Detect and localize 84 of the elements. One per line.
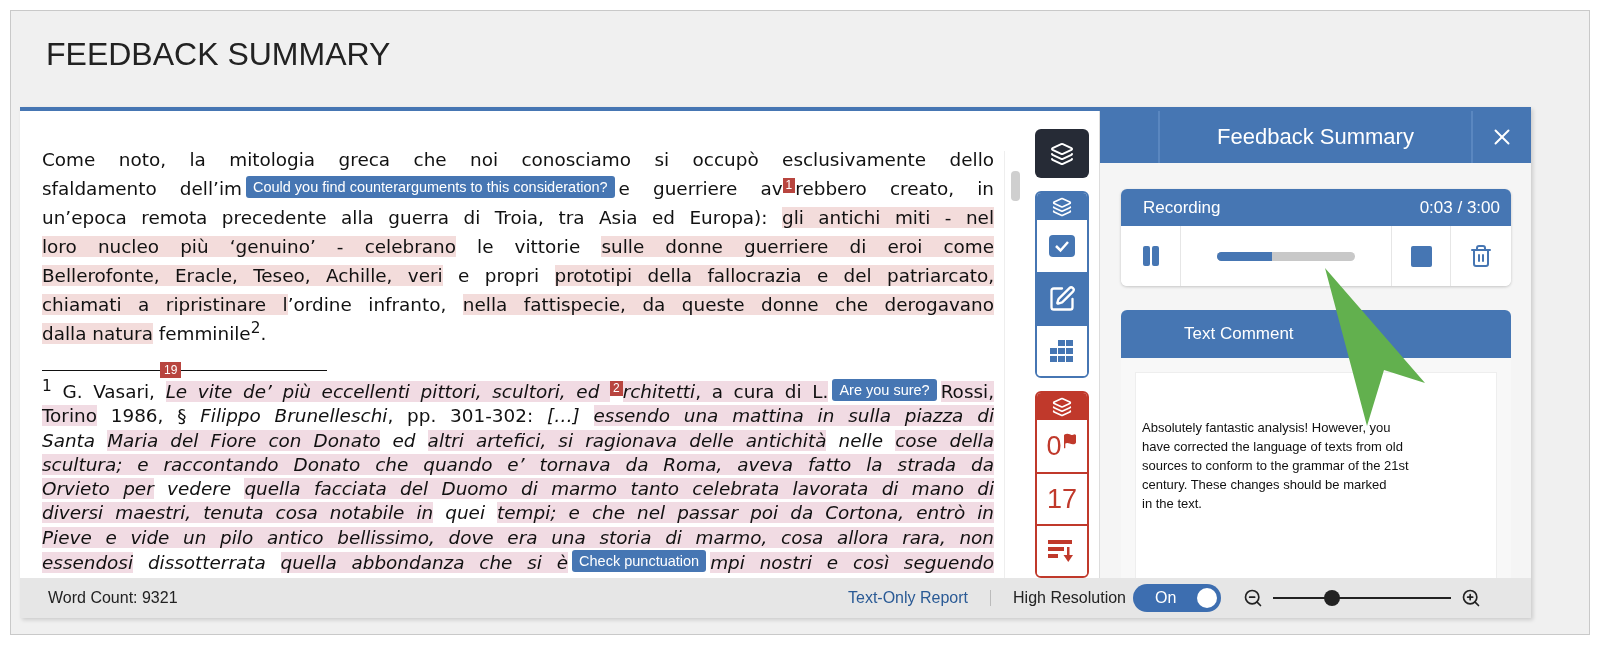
- document-text: prototipi della fallocrazia e del patriarcato,: [554, 265, 994, 286]
- resolution-label: High Resolution: [1013, 589, 1126, 607]
- recording-time: 0:03 / 3:00: [1419, 197, 1500, 218]
- document-text: loro nucleo più ‘genuino’ - celebrano: [42, 236, 456, 257]
- document-text: $^{1}$ G. Vasari,: [42, 381, 156, 402]
- layers-icon: [1050, 141, 1074, 166]
- document-text: Santa: [42, 429, 97, 451]
- scrollbar-thumb[interactable]: [1010, 171, 1020, 201]
- document-text: Bellerofonte, Eracle, Teseo, Achille, veri: [42, 265, 443, 286]
- sort-icon: [1048, 539, 1076, 563]
- layers-icon: [1052, 196, 1072, 217]
- document-text: nelle: [837, 429, 885, 451]
- delete-button[interactable]: [1451, 226, 1511, 286]
- page-title: FEEDBACK SUMMARY: [46, 35, 391, 73]
- document-text: quella abbondanza che si è: [280, 552, 569, 574]
- document-text: essendo una mattina in sulla piazza di: [593, 405, 994, 427]
- layers-icon: [1052, 396, 1072, 417]
- comment-tooltip[interactable]: Check punctuation: [572, 550, 707, 573]
- document-text: e propri: [457, 265, 541, 286]
- zoom-out-glyph: [1243, 588, 1263, 608]
- document-text: ’ordine infranto,: [287, 294, 448, 315]
- document-text: gli antichi miti - nel: [781, 207, 994, 228]
- document-text: 1986, §: [109, 405, 188, 427]
- document-text: Le vite de’ più eccellenti pittori, scultori, ed: [165, 381, 610, 402]
- tool-button[interactable]: [1037, 272, 1087, 324]
- trash-icon: [1469, 244, 1493, 268]
- comment-tooltip[interactable]: Could you find counterarguments to this consideration?: [245, 176, 615, 198]
- document-text: cose della: [895, 429, 994, 451]
- zoom-slider-thumb[interactable]: [1323, 590, 1340, 606]
- zoom-in-glyph: [1461, 588, 1481, 608]
- document-text: dalla natura: [42, 323, 153, 344]
- document-text: scultura; e raccontando Donato che quando e’ tornava da Roma, aveva fatto la strada da: [42, 453, 994, 475]
- comment-tooltip[interactable]: Are you sure?: [832, 379, 937, 401]
- document-text: Maria del Fiore con Donato: [107, 429, 381, 451]
- document-text: rchitetti: [622, 381, 696, 402]
- comment-marker[interactable]: 1: [782, 178, 796, 193]
- tool-button[interactable]: [1037, 324, 1087, 376]
- document-text: mpi nostri e così seguendo: [710, 552, 994, 574]
- edit-icon: [1048, 285, 1076, 313]
- document-text: e guerriere av: [618, 178, 783, 199]
- document-text: vedere: [166, 478, 233, 500]
- document-text: quella facciata del Duomo di marmo tanto celebrata lavorata di mano di: [244, 478, 994, 500]
- document-text: Orvieto per: [42, 478, 154, 500]
- tool-button[interactable]: [1037, 524, 1087, 576]
- document-text: quei: [444, 502, 486, 524]
- document-text: ed: [391, 429, 417, 451]
- document-text: Come noto, la mitologia greca che noi conosciamo si occupò esclusivamente dello: [42, 149, 994, 170]
- grid-icon: [1049, 340, 1075, 362]
- document-text: […]: [546, 405, 581, 427]
- comment-title: Text Comment: [1184, 324, 1294, 344]
- document-text: essendosi: [42, 552, 134, 574]
- zoom-out-icon[interactable]: [1243, 588, 1263, 608]
- stop-icon: [1410, 245, 1432, 267]
- document-text: nella fattispecie, da queste donne che derogavano: [462, 294, 994, 315]
- document-text: Rossi,: [940, 381, 994, 402]
- document-text: Pieve e vide un pilo antico bellissimo, dove era una storia di marmo, cosa allora rara, non: [42, 526, 994, 548]
- document-text: dissotterrata: [146, 552, 267, 574]
- stop-button[interactable]: [1391, 226, 1451, 286]
- zoom-in-icon[interactable]: [1461, 588, 1481, 608]
- document-text: altri artefici, si ragionava delle antichità: [427, 429, 827, 451]
- document-text: sulle donne guerriere di eroi come: [601, 236, 994, 257]
- document-text: tempi; e che nel passar poi da Cortona, entrò in: [497, 502, 994, 524]
- document-text: Torino: [42, 405, 97, 427]
- flag-icon: [1061, 433, 1078, 449]
- document-text: diversi maestri, tenuta cosa notabile in: [42, 502, 434, 524]
- document-text: , pp. 301-302:: [387, 405, 535, 427]
- document-text: Filippo Brunelleschi: [200, 405, 388, 427]
- document-text: femminile$^{2}$.: [157, 323, 267, 344]
- recording-label: Recording: [1143, 197, 1221, 218]
- document-text: chiamati a ripristinare l: [42, 294, 288, 315]
- document-text: sfaldamento dell’im: [42, 178, 242, 199]
- document-text: rebbero creato, in: [795, 178, 994, 199]
- document-text: un’epoca remota precedente alla guerra di Troia, tra Asia ed Europa):: [42, 207, 769, 228]
- comment-field[interactable]: Absolutely fantastic analysis! However, you have corrected the language of texts from old sources to conform to the grammar of the 21st century. These changes should be marked in the text.: [1135, 372, 1497, 578]
- document-text: le vittorie: [476, 236, 582, 257]
- pause-button[interactable]: [1121, 226, 1181, 286]
- checkbox-icon: [1049, 235, 1075, 257]
- panel-title: Feedback Summary: [1160, 111, 1473, 163]
- resolution-toggle[interactable]: On: [1133, 584, 1221, 612]
- word-count: Word Count: 9321: [48, 589, 179, 607]
- document-text: , a cura di L.: [695, 381, 829, 402]
- comment-marker[interactable]: 19: [160, 362, 182, 378]
- layers-button[interactable]: [1035, 129, 1089, 178]
- report-link[interactable]: Text-Only Report: [848, 589, 969, 607]
